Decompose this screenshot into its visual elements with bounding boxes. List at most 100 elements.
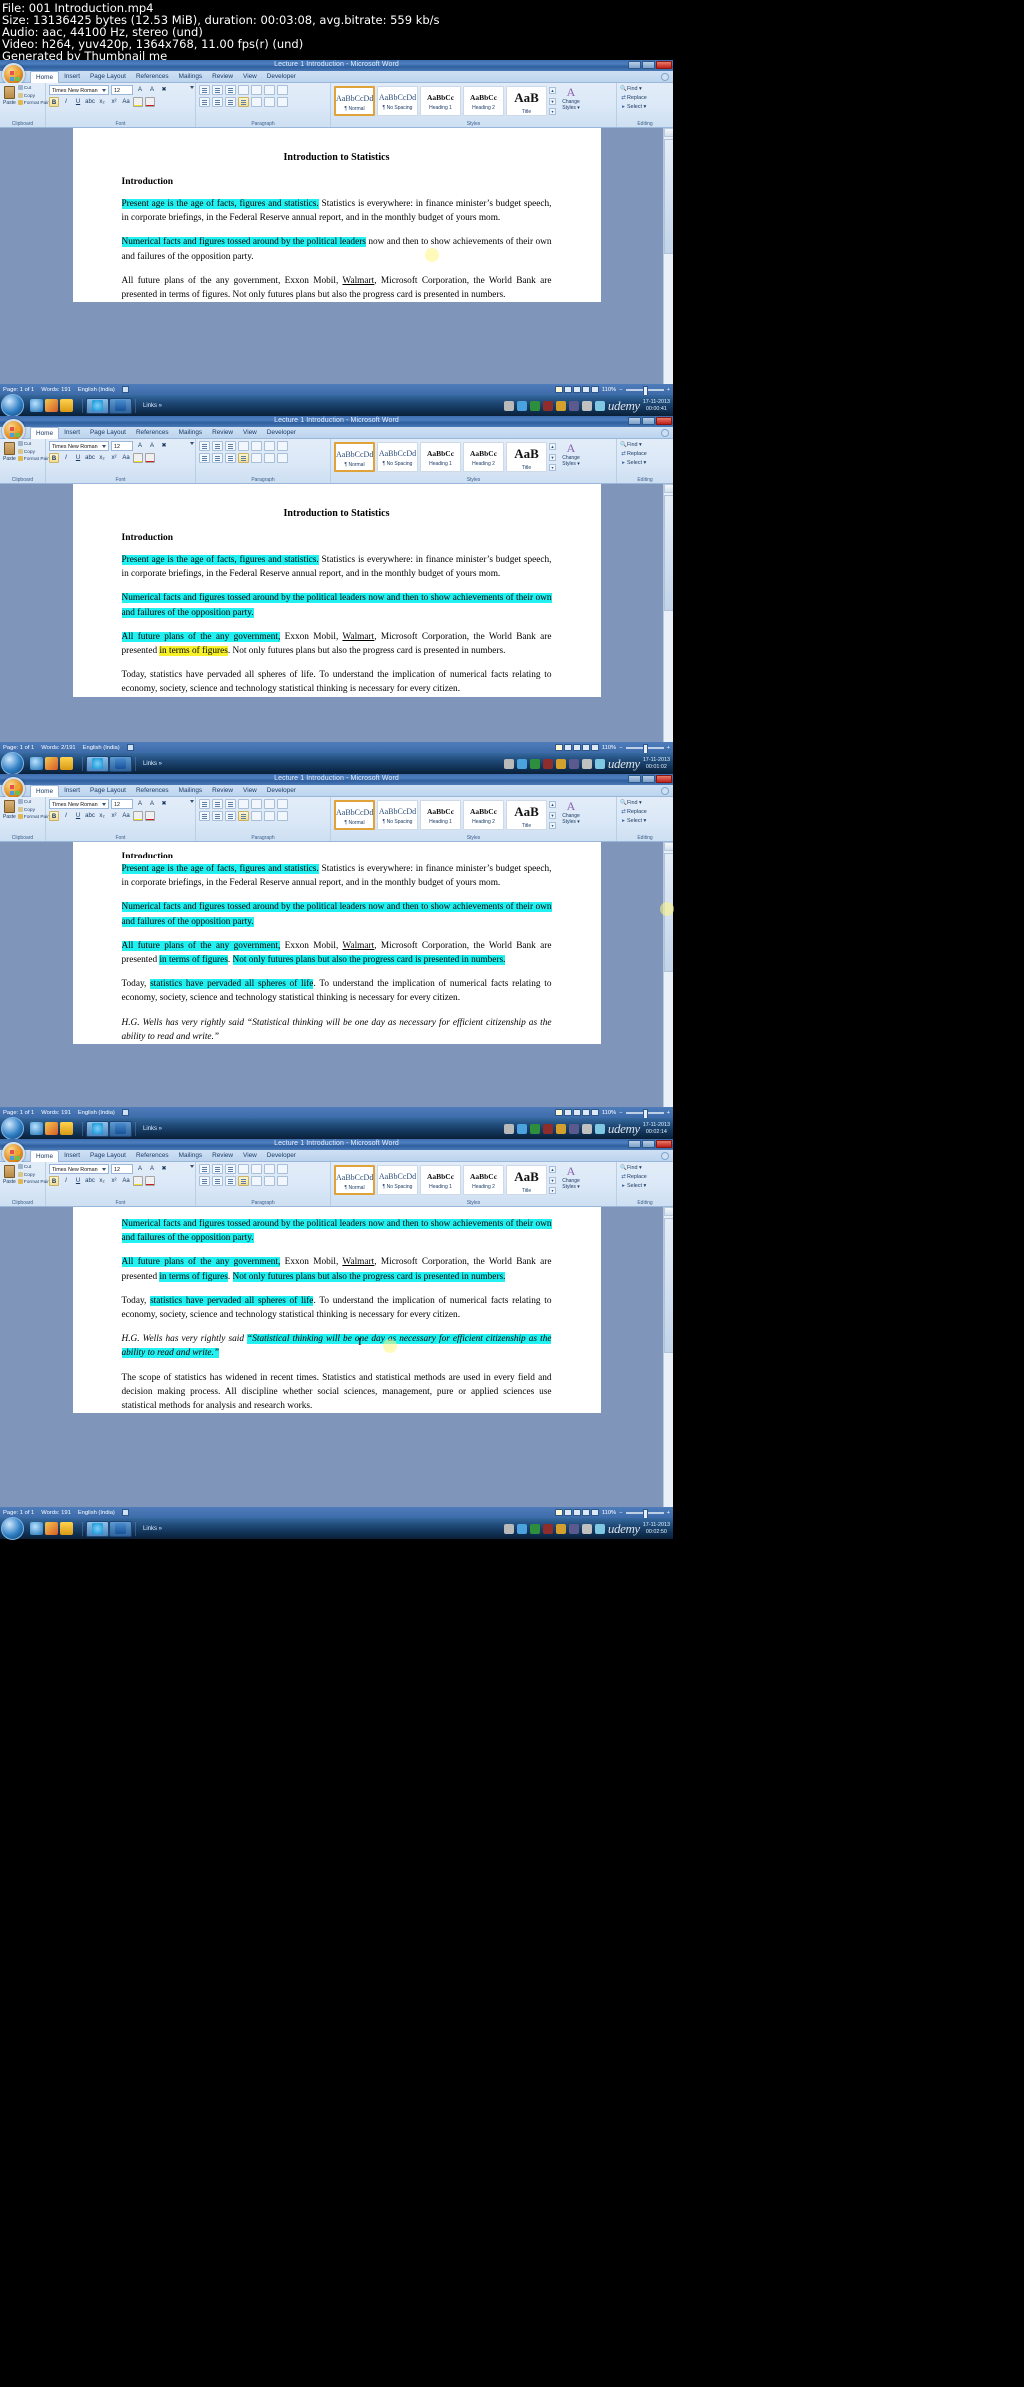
shrink-font-button[interactable]: A xyxy=(147,441,157,451)
style-tile-heading2[interactable]: AaBbCc Heading 2 xyxy=(463,800,504,830)
print-layout-view-icon[interactable] xyxy=(554,386,563,393)
style-tile-normal[interactable]: AaBbCcDd ¶ Normal xyxy=(334,800,375,830)
increase-indent-icon[interactable] xyxy=(251,441,262,451)
strikethrough-button[interactable]: abc xyxy=(85,97,95,107)
italic-button[interactable]: I xyxy=(61,453,71,463)
vertical-scrollbar[interactable] xyxy=(663,128,673,384)
styles-scroll-up-icon[interactable]: ▲ xyxy=(549,87,556,94)
style-tile-heading1[interactable]: AaBbCc Heading 1 xyxy=(420,1165,461,1195)
media-player-icon[interactable] xyxy=(45,757,58,770)
strikethrough-button[interactable]: abc xyxy=(85,811,95,821)
zoom-slider[interactable] xyxy=(625,385,664,396)
scrollbar-thumb[interactable] xyxy=(664,1218,673,1353)
style-tile-normal[interactable]: AaBbCcDd ¶ Normal xyxy=(334,442,375,472)
style-tile-heading1[interactable]: AaBbCc Heading 1 xyxy=(420,800,461,830)
bullets-icon[interactable] xyxy=(199,799,210,809)
numbering-icon[interactable] xyxy=(212,85,223,95)
ribbon-tab-insert[interactable]: Insert xyxy=(59,1150,85,1162)
status-language[interactable]: English (India) xyxy=(83,745,120,751)
print-layout-view-icon[interactable] xyxy=(554,1109,563,1116)
scrollbar-thumb[interactable] xyxy=(664,139,673,254)
taskbar-item-skype[interactable] xyxy=(86,1120,109,1137)
styles-gallery-scroller[interactable]: ▲ ▼ ▾ xyxy=(549,1165,556,1195)
line-spacing-icon[interactable] xyxy=(251,811,262,821)
text-effects-button[interactable]: Aa xyxy=(121,97,131,107)
align-right-icon[interactable] xyxy=(225,453,236,463)
grow-font-button[interactable]: A xyxy=(135,85,145,95)
tray-icon-8[interactable] xyxy=(594,1523,605,1534)
replace-button[interactable]: ⇄Replace xyxy=(620,94,670,103)
change-styles-button[interactable]: A Change Styles ▾ xyxy=(558,800,584,830)
fullscreen-reading-view-icon[interactable] xyxy=(563,744,572,751)
internet-explorer-icon[interactable] xyxy=(30,1122,43,1135)
select-button[interactable]: ▸ Select ▾ xyxy=(620,103,670,112)
ribbon-tab-view[interactable]: View xyxy=(238,71,262,83)
shading-icon[interactable] xyxy=(264,1176,275,1186)
align-center-icon[interactable] xyxy=(212,1176,223,1186)
bold-button[interactable]: B xyxy=(49,97,59,107)
font-size-input[interactable]: 12 xyxy=(111,1164,194,1174)
sort-icon[interactable] xyxy=(264,1164,275,1174)
text-highlight-color-button[interactable] xyxy=(133,1176,143,1186)
font-color-button[interactable] xyxy=(145,811,155,821)
tray-icon-4[interactable] xyxy=(542,1123,553,1134)
font-name-input[interactable]: Times New Roman xyxy=(49,85,109,95)
styles-scroll-down-icon[interactable]: ▼ xyxy=(549,97,556,105)
tray-icon-2[interactable] xyxy=(516,1523,527,1534)
tray-icon-6[interactable] xyxy=(568,400,579,411)
grow-font-button[interactable]: A xyxy=(135,441,145,451)
ribbon-tab-mailings[interactable]: Mailings xyxy=(174,785,207,797)
styles-more-icon[interactable]: ▾ xyxy=(549,108,556,115)
tray-icon-2[interactable] xyxy=(516,1123,527,1134)
ribbon-tab-home[interactable]: Home xyxy=(30,785,60,797)
tray-icon-6[interactable] xyxy=(568,1123,579,1134)
show-marks-icon[interactable] xyxy=(277,441,288,451)
web-layout-view-icon[interactable] xyxy=(572,1509,581,1516)
help-icon[interactable] xyxy=(661,73,669,81)
italic-button[interactable]: I xyxy=(61,811,71,821)
clear-formatting-button[interactable]: ✖ xyxy=(159,85,169,95)
fullscreen-reading-view-icon[interactable] xyxy=(563,386,572,393)
taskbar-item-word[interactable] xyxy=(109,397,132,414)
status-words[interactable]: Words: 191 xyxy=(41,1110,71,1116)
document-page[interactable]: Introduction to Statistics Introduction … xyxy=(72,484,601,697)
justify-icon[interactable] xyxy=(238,811,249,821)
tray-icon-7[interactable] xyxy=(581,758,592,769)
styles-scroll-up-icon[interactable]: ▲ xyxy=(549,443,556,450)
vertical-scrollbar[interactable] xyxy=(663,842,673,1107)
styles-gallery-scroller[interactable]: ▲ ▼ ▾ xyxy=(549,442,556,472)
tray-icon-3[interactable] xyxy=(529,1123,540,1134)
justify-icon[interactable] xyxy=(238,453,249,463)
font-name-input[interactable]: Times New Roman xyxy=(49,799,109,809)
underline-button[interactable]: U xyxy=(73,1176,83,1186)
ribbon-tab-references[interactable]: References xyxy=(131,71,174,83)
proofing-icon[interactable] xyxy=(121,1109,129,1116)
draft-view-icon[interactable] xyxy=(590,386,599,393)
print-layout-view-icon[interactable] xyxy=(554,1509,563,1516)
styles-gallery-scroller[interactable]: ▲ ▼ ▾ xyxy=(549,86,556,116)
scroll-up-arrow-icon[interactable] xyxy=(664,484,673,493)
paste-button[interactable]: Paste xyxy=(3,441,16,464)
draft-view-icon[interactable] xyxy=(590,744,599,751)
decrease-indent-icon[interactable] xyxy=(238,1164,249,1174)
help-icon[interactable] xyxy=(661,1152,669,1160)
zoom-slider[interactable] xyxy=(625,1108,664,1119)
scroll-up-arrow-icon[interactable] xyxy=(664,128,673,137)
change-styles-button[interactable]: A Change Styles ▾ xyxy=(558,1165,584,1195)
media-player-icon[interactable] xyxy=(45,1122,58,1135)
line-spacing-icon[interactable] xyxy=(251,97,262,107)
vertical-scrollbar[interactable] xyxy=(663,1207,673,1507)
style-tile-heading2[interactable]: AaBbCc Heading 2 xyxy=(463,1165,504,1195)
superscript-button[interactable]: x² xyxy=(109,453,119,463)
tray-icon-8[interactable] xyxy=(594,1123,605,1134)
decrease-indent-icon[interactable] xyxy=(238,441,249,451)
grow-font-button[interactable]: A xyxy=(135,1164,145,1174)
ribbon-tab-mailings[interactable]: Mailings xyxy=(174,71,207,83)
ribbon-tab-view[interactable]: View xyxy=(238,785,262,797)
taskbar-item-skype[interactable] xyxy=(86,755,109,772)
minimize-button[interactable] xyxy=(628,1140,641,1148)
draft-view-icon[interactable] xyxy=(590,1509,599,1516)
increase-indent-icon[interactable] xyxy=(251,799,262,809)
find-button[interactable]: 🔍Find ▾ xyxy=(620,441,670,450)
close-button[interactable] xyxy=(656,1140,672,1148)
